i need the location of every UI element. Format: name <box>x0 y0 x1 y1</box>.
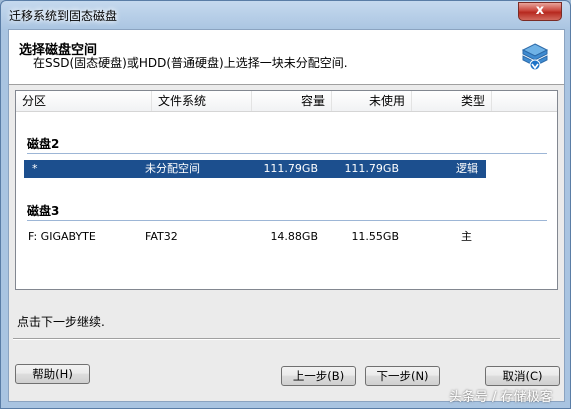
cell-partition: F: GIGABYTE <box>28 230 96 243</box>
disk-stack-icon <box>521 43 549 71</box>
column-unused[interactable]: 未使用 <box>332 91 412 111</box>
cell-unused: 11.55GB <box>351 230 399 243</box>
wizard-window: 迁移系统到固态磁盘 x 选择磁盘空间 在SSD(固态硬盘)或HDD(普通硬盘)上… <box>0 0 571 409</box>
column-capacity[interactable]: 容量 <box>252 91 332 111</box>
cell-capacity: 111.79GB <box>263 162 318 175</box>
column-type[interactable]: 类型 <box>412 91 492 111</box>
group-divider <box>27 220 547 221</box>
wizard-header: 选择磁盘空间 在SSD(固态硬盘)或HDD(普通硬盘)上选择一块未分配空间. <box>9 30 564 85</box>
cell-capacity: 14.88GB <box>270 230 318 243</box>
group-divider <box>27 153 547 154</box>
partition-list[interactable]: 分区 文件系统 容量 未使用 类型 磁盘2 * 未分配空间 111.79GB 1… <box>15 90 558 290</box>
cell-type: 逻辑 <box>456 162 478 175</box>
footer-divider <box>13 338 560 340</box>
cell-unused: 111.79GB <box>344 162 399 175</box>
disk-group-label: 磁盘2 <box>27 137 60 151</box>
table-row[interactable]: * 未分配空间 111.79GB 111.79GB 逻辑 <box>24 160 486 178</box>
wizard-client-area: 选择磁盘空间 在SSD(固态硬盘)或HDD(普通硬盘)上选择一块未分配空间. 分… <box>8 29 565 402</box>
title-bar[interactable]: 迁移系统到固态磁盘 x <box>1 1 570 29</box>
help-button[interactable]: 帮助(H) <box>15 364 90 384</box>
back-button[interactable]: 上一步(B) <box>281 366 356 386</box>
column-partition[interactable]: 分区 <box>16 91 152 111</box>
disk-group-label: 磁盘3 <box>27 204 60 218</box>
cell-partition: * <box>32 162 38 175</box>
cell-type: 主 <box>461 230 472 243</box>
column-filesystem[interactable]: 文件系统 <box>152 91 252 111</box>
close-icon: x <box>535 3 545 18</box>
next-button[interactable]: 下一步(N) <box>365 366 440 386</box>
window-title: 迁移系统到固态磁盘 <box>9 9 118 23</box>
cell-filesystem: FAT32 <box>145 230 178 243</box>
close-button[interactable]: x <box>518 2 562 21</box>
cell-filesystem: 未分配空间 <box>145 162 200 175</box>
watermark: 头条号 / 存储极客 <box>449 390 553 405</box>
column-header-row: 分区 文件系统 容量 未使用 类型 <box>16 91 557 112</box>
status-text: 点击下一步继续. <box>17 315 105 329</box>
page-subtitle: 在SSD(固态硬盘)或HDD(普通硬盘)上选择一块未分配空间. <box>33 56 348 70</box>
table-row[interactable]: F: GIGABYTE FAT32 14.88GB 11.55GB 主 <box>24 228 486 246</box>
cancel-button[interactable]: 取消(C) <box>485 366 560 386</box>
